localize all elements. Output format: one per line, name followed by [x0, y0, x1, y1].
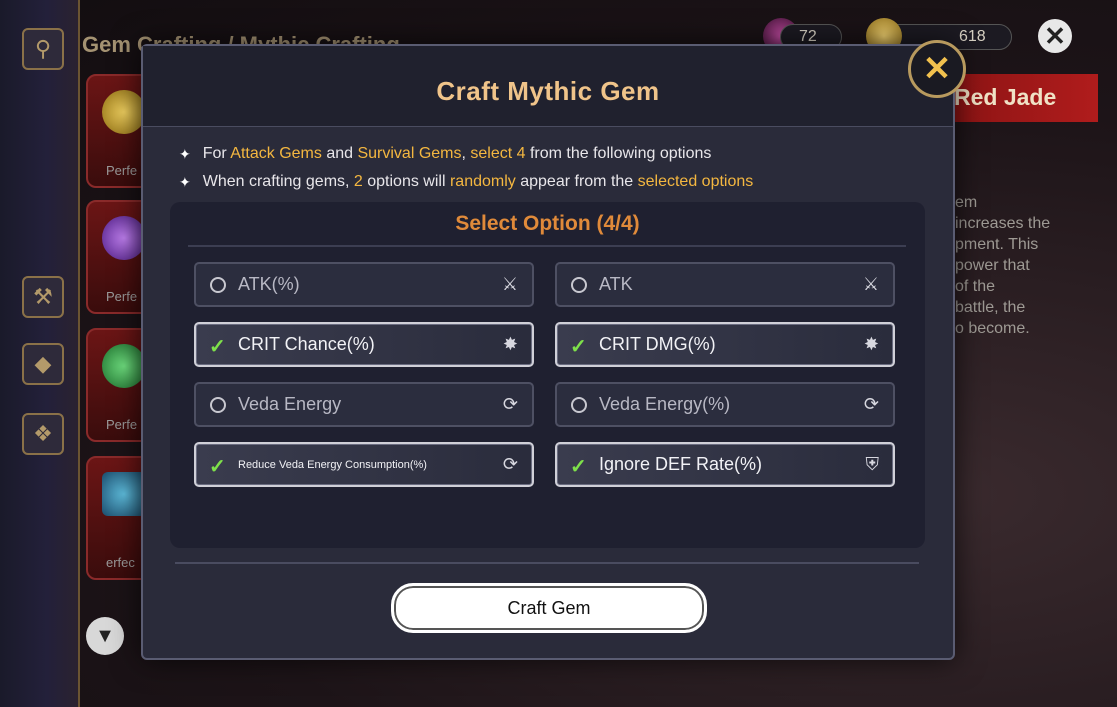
background-close-icon[interactable]: ✕: [1038, 19, 1072, 53]
check-icon: ✓: [209, 456, 226, 478]
craft-mythic-gem-dialog: Craft Mythic Gem ✕ ✦ For Attack Gems and…: [141, 40, 966, 660]
divider: [188, 245, 906, 247]
option-reduce-veda-consumption[interactable]: ✓ Reduce Veda Energy Consumption(%) ⟳: [194, 442, 534, 487]
instruction-line: ✦ For Attack Gems and Survival Gems, sel…: [179, 140, 753, 168]
panel-title: Select Option (4/4): [455, 212, 640, 235]
sparkle-icon: ✦: [179, 174, 191, 190]
sparkle-icon: ✦: [179, 146, 191, 162]
crit-burst-icon: ✸: [863, 334, 879, 354]
option-panel: Select Option (4/4) ATK(%) ⚔ ATK ⚔ ✓ CRI…: [170, 202, 925, 548]
radio-icon: [210, 396, 226, 413]
radio-icon: [571, 276, 587, 293]
gem-tile-label: Perfe: [106, 417, 138, 432]
diamond-icon[interactable]: ◆: [22, 343, 64, 385]
gem-tile-label: Perfe: [106, 289, 138, 304]
option-veda-energy[interactable]: Veda Energy ⟳: [194, 382, 534, 427]
close-icon[interactable]: ✕: [908, 40, 966, 98]
check-icon: ✓: [209, 336, 226, 358]
gem-icon: [102, 344, 146, 388]
option-veda-energy-pct[interactable]: Veda Energy(%) ⟳: [555, 382, 895, 427]
divider: [175, 562, 919, 564]
sword-icon: ⚔: [862, 274, 879, 294]
check-icon: ✓: [570, 456, 587, 478]
instruction-line: ✦ When crafting gems, 2 options will ran…: [179, 168, 753, 196]
gem-tile-label: Perfe: [106, 163, 138, 178]
item-description: em increases the pment. This power that …: [955, 194, 1051, 337]
gem-icon: [102, 216, 146, 260]
check-icon: ✓: [570, 336, 587, 358]
gem-tile-label: erfec: [106, 555, 135, 570]
instructions: ✦ For Attack Gems and Survival Gems, sel…: [179, 140, 753, 196]
option-atk-pct[interactable]: ATK(%) ⚔: [194, 262, 534, 307]
energy-swirl-icon: ⟳: [502, 394, 518, 414]
option-ignore-def-rate[interactable]: ✓ Ignore DEF Rate(%) ⛨: [555, 442, 895, 487]
dialog-title: Craft Mythic Gem: [436, 76, 660, 106]
gems-stack-icon[interactable]: ❖: [22, 413, 64, 455]
energy-swirl-icon: ⟳: [863, 394, 879, 414]
radio-icon: [210, 276, 226, 293]
crit-burst-icon: ✸: [502, 334, 518, 354]
gem-icon: [102, 472, 146, 516]
sword-icon: ⚔: [501, 274, 518, 294]
broken-shield-icon: ⛨: [865, 454, 880, 474]
filter-icon[interactable]: ▼: [86, 617, 124, 655]
craft-gem-button[interactable]: Craft Gem: [391, 583, 707, 633]
option-crit-chance[interactable]: ✓ CRIT Chance(%) ✸: [194, 322, 534, 367]
banner-title: Red Jade: [954, 84, 1057, 110]
item-banner: Red Jade: [948, 74, 1098, 122]
magnifier-icon[interactable]: ⚲: [22, 28, 64, 70]
option-crit-dmg[interactable]: ✓ CRIT DMG(%) ✸: [555, 322, 895, 367]
energy-swirl-icon: ⟳: [502, 454, 518, 474]
hammer-icon[interactable]: ⚒: [22, 276, 64, 318]
radio-icon: [571, 396, 587, 413]
gem-icon: [102, 90, 146, 134]
option-atk[interactable]: ATK ⚔: [555, 262, 895, 307]
